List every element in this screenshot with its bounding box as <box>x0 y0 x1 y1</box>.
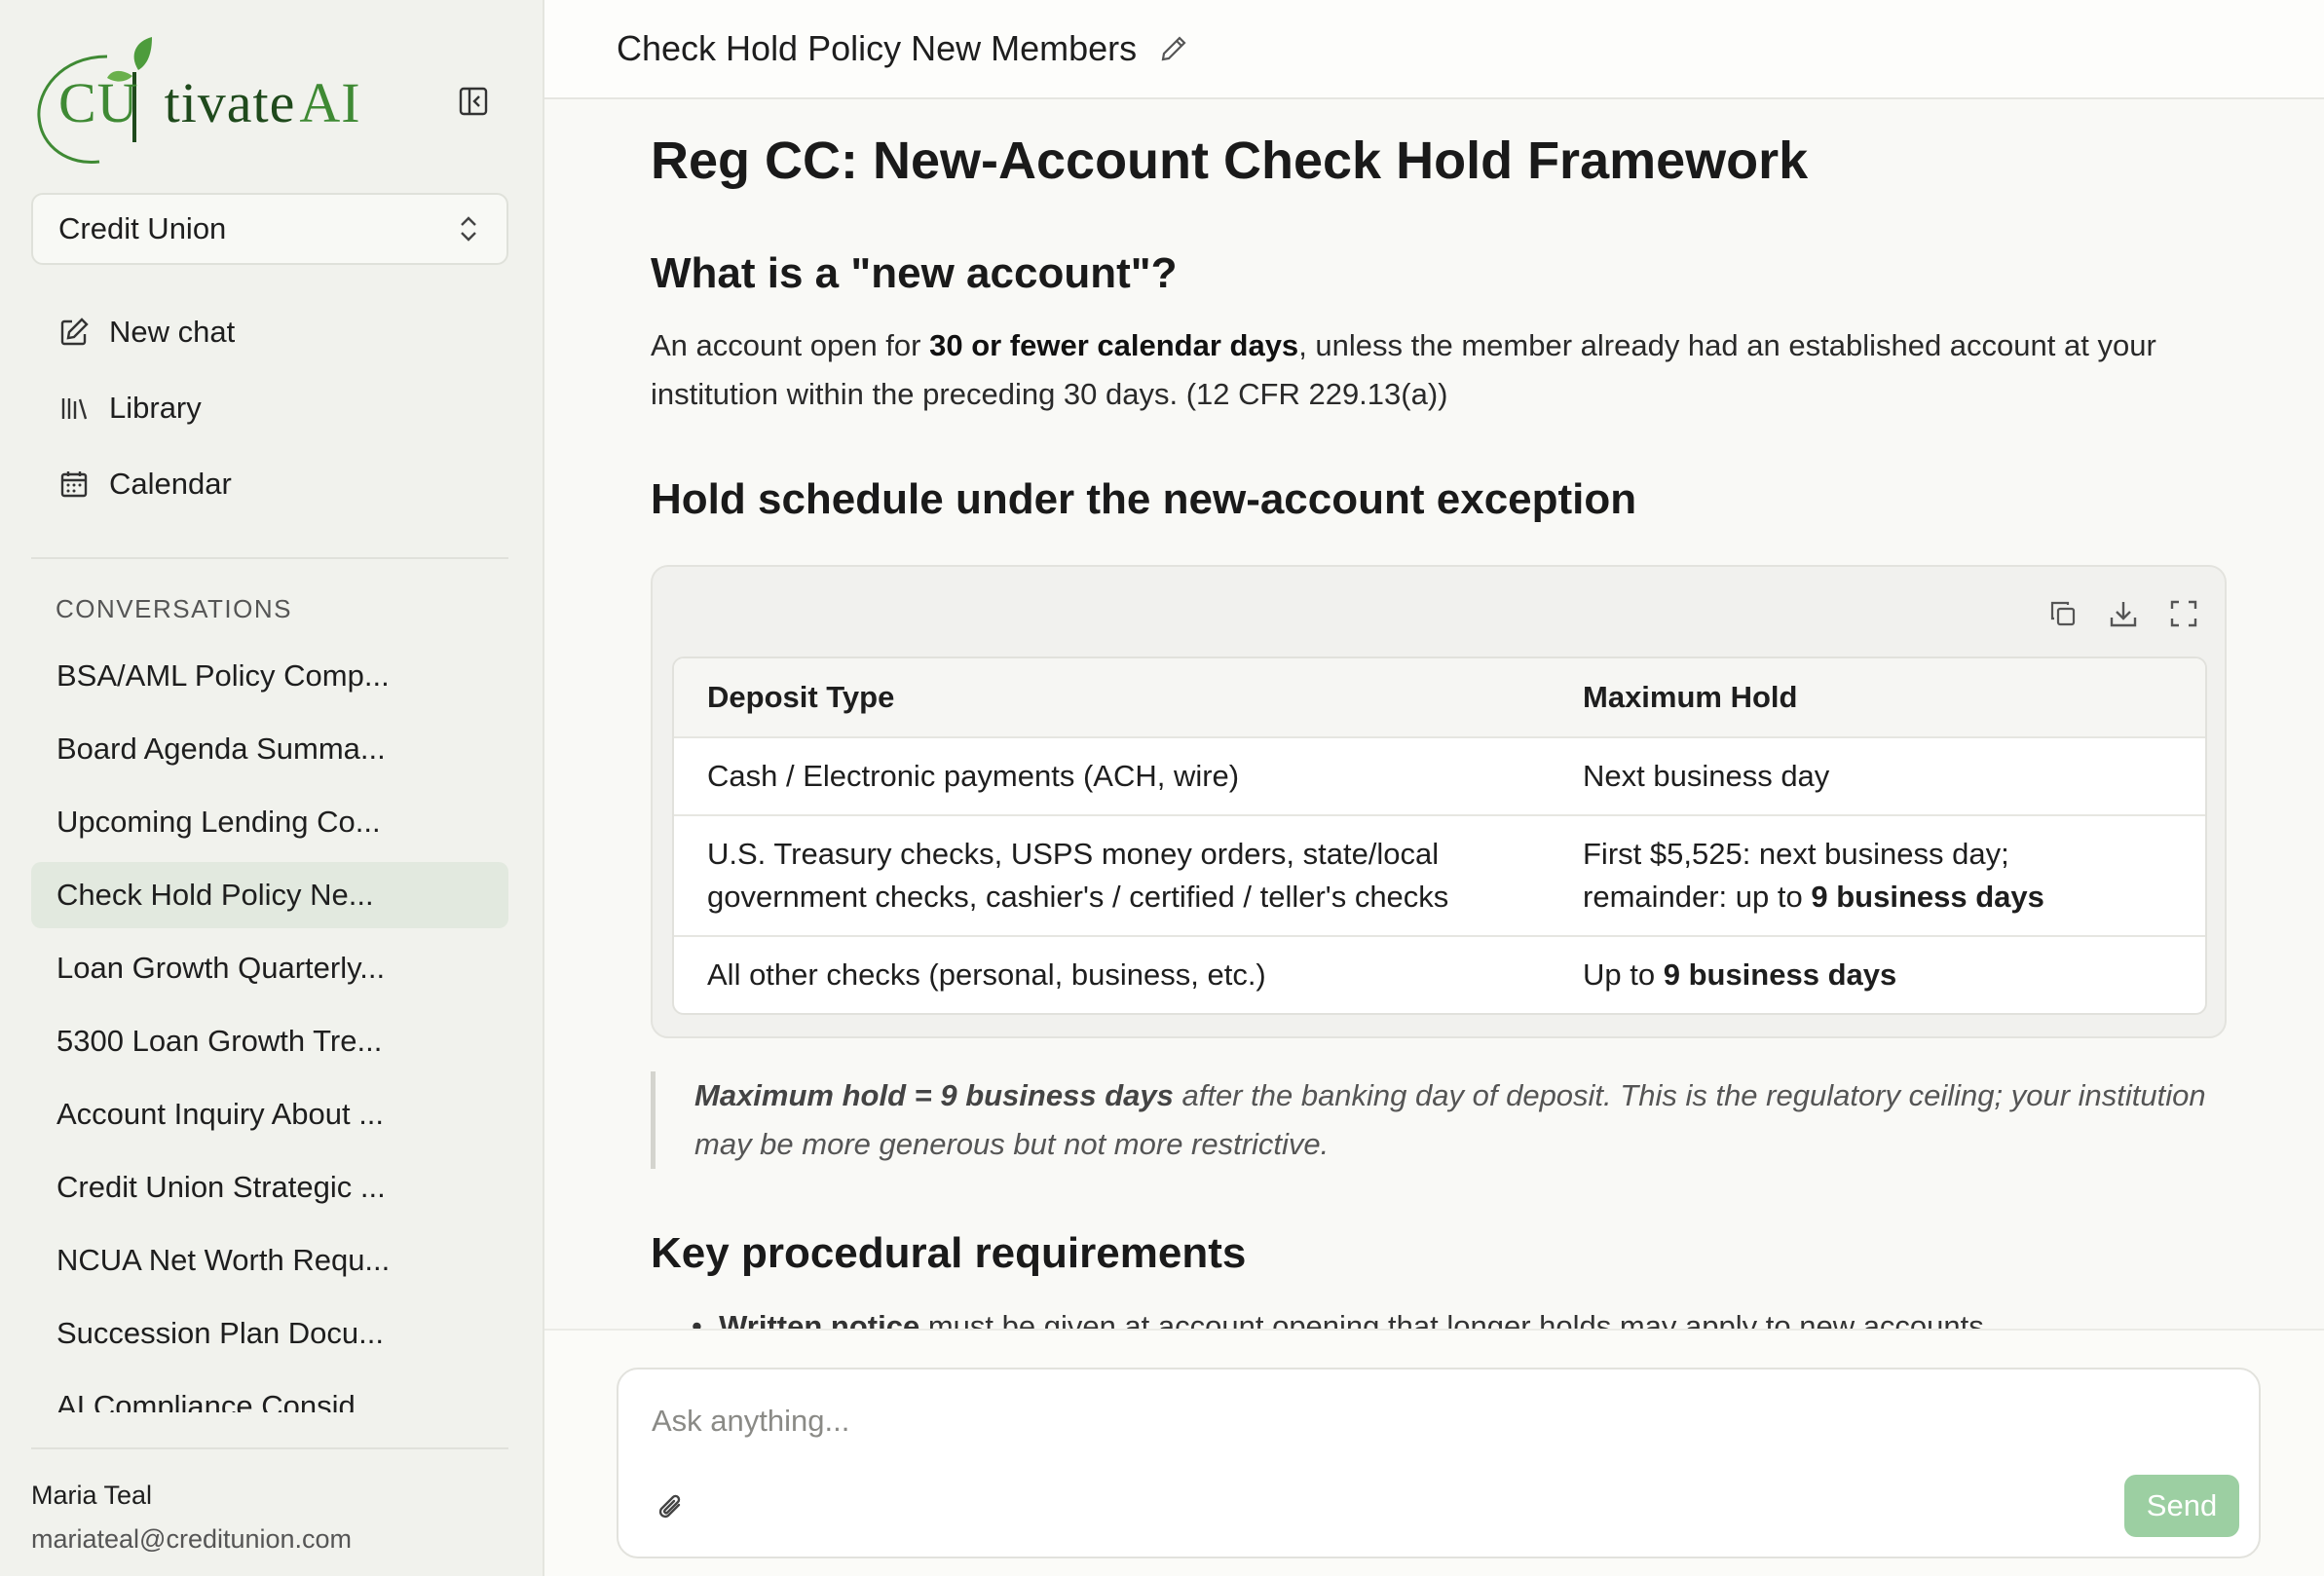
nav-new-chat[interactable]: New chat <box>31 294 508 370</box>
conversations-heading: CONVERSATIONS <box>56 594 292 623</box>
organization-select-value: Credit Union <box>58 211 227 245</box>
conversation-item[interactable]: NCUA Net Worth Requ... <box>31 1227 508 1294</box>
library-icon <box>56 391 92 426</box>
conversation-item[interactable]: Loan Growth Quarterly... <box>31 935 508 1001</box>
attach-file-button[interactable] <box>652 1488 691 1527</box>
maximum-hold-note: Maximum hold = 9 business days after the… <box>651 1071 2209 1169</box>
chat-title: Check Hold Policy New Members <box>617 28 1138 68</box>
conversation-item[interactable]: Board Agenda Summa... <box>31 716 508 782</box>
message-input[interactable] <box>652 1397 2015 1445</box>
conversation-item[interactable]: BSA/AML Policy Comp... <box>31 643 508 709</box>
column-header-deposit-type: Deposit Type <box>707 680 895 714</box>
table-cell: Up to 9 business days <box>1583 957 1897 992</box>
cultivate-ai-logo: CU tivateAI <box>31 33 360 169</box>
message-content: Reg CC: New-Account Check Hold Framework… <box>651 101 2316 1329</box>
conversation-item[interactable]: Credit Union Strategic ... <box>31 1154 508 1220</box>
paperclip-icon <box>658 1494 681 1519</box>
chevron-up-down-icon <box>461 216 476 242</box>
main-panel: Check Hold Policy New Members Reg CC: Ne… <box>544 0 2324 1576</box>
table-row: All other checks (personal, business, et… <box>674 935 2205 1013</box>
nav-library-label: Library <box>109 391 202 425</box>
user-name: Maria Teal <box>31 1481 153 1510</box>
table-cell: Next business day <box>1583 759 1830 793</box>
nav-library[interactable]: Library <box>31 370 508 446</box>
conversation-list[interactable]: BSA/AML Policy Comp... Board Agenda Summ… <box>31 643 508 1412</box>
hold-schedule-table-card: Deposit Type Maximum Hold Cash / Electro… <box>651 565 2227 1038</box>
conversation-item[interactable]: AI Compliance Consid... <box>31 1373 508 1412</box>
user-profile[interactable]: Maria Teal mariateal@creditunion.com <box>31 1481 352 1555</box>
table-toolbar <box>2043 594 2203 633</box>
sidebar-nav: New chat Library Calendar <box>31 294 508 522</box>
conversation-item[interactable]: 5300 Loan Growth Tre... <box>31 1008 508 1074</box>
conversation-item[interactable]: Succession Plan Docu... <box>31 1300 508 1367</box>
sidebar-divider <box>31 1447 508 1449</box>
nav-new-chat-label: New chat <box>109 315 236 349</box>
sidebar: CU tivateAI Credit Union New chat Library <box>0 0 544 1576</box>
section-heading-hold-schedule: Hold schedule under the new-account exce… <box>651 475 1637 523</box>
copy-table-button[interactable] <box>2043 594 2082 633</box>
calendar-icon <box>56 467 92 502</box>
new-chat-icon <box>56 315 92 350</box>
hold-schedule-table: Deposit Type Maximum Hold Cash / Electro… <box>672 657 2207 1015</box>
expand-table-button[interactable] <box>2164 594 2203 633</box>
composer-area: Send <box>544 1329 2324 1576</box>
doc-title: Reg CC: New-Account Check Hold Framework <box>651 131 1809 190</box>
conversation-item[interactable]: Account Inquiry About ... <box>31 1081 508 1147</box>
copy-icon <box>2050 601 2076 626</box>
send-button[interactable]: Send <box>2124 1475 2239 1537</box>
download-table-button[interactable] <box>2104 594 2143 633</box>
message-composer: Send <box>617 1368 2261 1558</box>
table-cell: First $5,525: next business day; remaind… <box>1583 837 2044 914</box>
table-header-row: Deposit Type Maximum Hold <box>674 658 2205 736</box>
new-account-definition: An account open for 30 or fewer calendar… <box>651 328 2156 411</box>
conversation-item-active[interactable]: Check Hold Policy Ne... <box>31 862 508 928</box>
download-icon <box>2110 602 2137 627</box>
table-row: U.S. Treasury checks, USPS money orders,… <box>674 814 2205 935</box>
table-cell: All other checks (personal, business, et… <box>707 957 1266 992</box>
nav-calendar[interactable]: Calendar <box>31 446 508 522</box>
chat-header: Check Hold Policy New Members <box>544 0 2324 99</box>
conversation-item[interactable]: Upcoming Lending Co... <box>31 789 508 855</box>
column-header-maximum-hold: Maximum Hold <box>1583 680 1798 714</box>
collapse-sidebar-button[interactable] <box>454 82 493 121</box>
section-heading-new-account: What is a "new account"? <box>651 249 1178 297</box>
sidebar-toggle-icon <box>459 87 488 116</box>
sidebar-divider <box>31 557 508 559</box>
table-cell: U.S. Treasury checks, USPS money orders,… <box>707 837 1449 914</box>
nav-calendar-label: Calendar <box>109 467 232 501</box>
table-row: Cash / Electronic payments (ACH, wire) N… <box>674 736 2205 814</box>
table-cell: Cash / Electronic payments (ACH, wire) <box>707 759 1240 793</box>
user-email: mariateal@creditunion.com <box>31 1524 353 1554</box>
organization-select[interactable]: Credit Union <box>31 193 508 265</box>
pencil-icon <box>1161 36 1186 61</box>
section-heading-procedural: Key procedural requirements <box>651 1229 1247 1277</box>
edit-title-button[interactable] <box>1156 31 1191 66</box>
fullscreen-icon <box>2170 600 2197 627</box>
list-item: • Written notice must be given at accoun… <box>692 1309 1984 1329</box>
